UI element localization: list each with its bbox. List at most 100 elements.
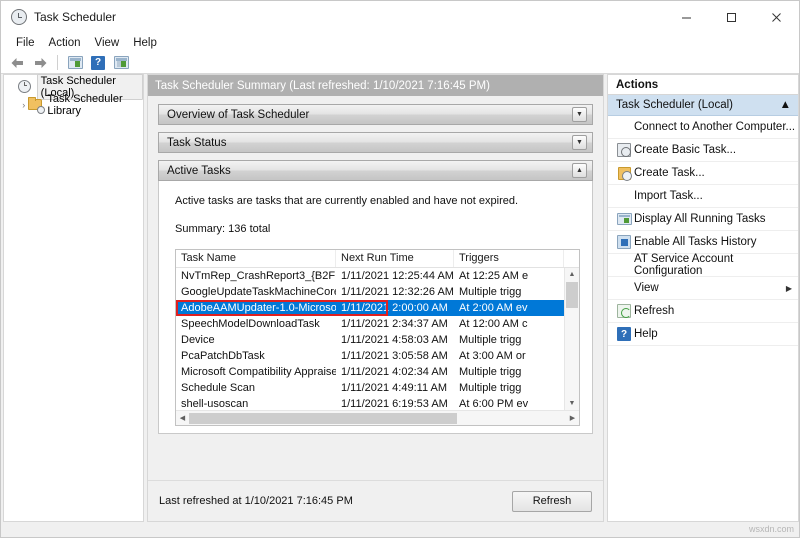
active-tasks-list[interactable]: Task Name Next Run Time Triggers NvTmRep… bbox=[175, 249, 580, 426]
horizontal-scrollbar[interactable]: ◀ ▶ bbox=[176, 410, 579, 425]
cell-task-name: shell-usoscan bbox=[176, 398, 336, 410]
action-label: Display All Running Tasks bbox=[634, 213, 798, 225]
summary-footer: Last refreshed at 1/10/2021 7:16:45 PM R… bbox=[148, 480, 603, 521]
summary-header: Task Scheduler Summary (Last refreshed: … bbox=[148, 75, 603, 96]
cell-next-run-time: 1/11/2021 3:05:58 AM bbox=[336, 350, 454, 362]
cell-task-name: SpeechModelDownloadTask bbox=[176, 318, 336, 330]
cell-next-run-time: 1/11/2021 4:02:34 AM bbox=[336, 366, 454, 378]
cell-next-run-time: 1/11/2021 4:49:11 AM bbox=[336, 382, 454, 394]
toolbar-separator bbox=[57, 55, 58, 70]
cell-triggers: At 12:00 AM c bbox=[454, 318, 564, 330]
section-task-status[interactable]: Task Status ▼ bbox=[158, 132, 593, 153]
column-header-triggers[interactable]: Triggers bbox=[454, 250, 564, 267]
action-help[interactable]: ? Help bbox=[608, 323, 798, 346]
menu-item-view[interactable]: View bbox=[88, 35, 127, 51]
cell-task-name: NvTmRep_CrashReport3_{B2FE1952-0186-46C.… bbox=[176, 270, 336, 282]
refresh-button[interactable]: Refresh bbox=[512, 491, 592, 512]
action-label: View bbox=[634, 282, 786, 294]
clock-icon bbox=[11, 9, 27, 25]
action-refresh[interactable]: Refresh bbox=[608, 300, 798, 323]
table-row[interactable]: GoogleUpdateTaskMachineCore 1/11/2021 12… bbox=[176, 284, 564, 300]
show-hide-action-pane-icon[interactable] bbox=[111, 54, 131, 72]
table-row[interactable]: Schedule Scan 1/11/2021 4:49:11 AM Multi… bbox=[176, 380, 564, 396]
chevron-down-icon[interactable]: ▼ bbox=[572, 135, 587, 150]
actions-pane: Actions Task Scheduler (Local) ▲ Connect… bbox=[607, 74, 799, 522]
actions-title: Actions bbox=[608, 75, 798, 95]
vertical-scrollbar-thumb[interactable] bbox=[566, 282, 578, 308]
cell-task-name: Schedule Scan bbox=[176, 382, 336, 394]
show-hide-console-tree-icon[interactable] bbox=[65, 54, 85, 72]
action-label: Import Task... bbox=[634, 190, 798, 202]
tree-item-task-scheduler-library[interactable]: › Task Scheduler Library bbox=[4, 96, 143, 114]
console-tree-pane: Task Scheduler (Local) › Task Scheduler … bbox=[3, 74, 144, 522]
table-row-selected[interactable]: AdobeAAMUpdater-1.0-MicrosoftAccount-pi.… bbox=[176, 300, 564, 316]
column-header-next-run-time[interactable]: Next Run Time bbox=[336, 250, 454, 267]
cell-triggers: Multiple trigg bbox=[454, 382, 564, 394]
chevron-up-icon[interactable]: ▲ bbox=[780, 99, 791, 111]
cell-task-name: Device bbox=[176, 334, 336, 346]
action-create-task[interactable]: Create Task... bbox=[608, 162, 798, 185]
menu-bar: File Action View Help bbox=[1, 33, 799, 52]
horizontal-scrollbar-thumb[interactable] bbox=[189, 413, 457, 424]
active-tasks-body: Active tasks are tasks that are currentl… bbox=[158, 181, 593, 434]
action-connect-to-another-computer[interactable]: Connect to Another Computer... bbox=[608, 116, 798, 139]
close-button[interactable] bbox=[754, 1, 799, 33]
maximize-button[interactable] bbox=[709, 1, 754, 33]
column-header-task-name[interactable]: Task Name bbox=[176, 250, 336, 267]
table-row[interactable]: Device 1/11/2021 4:58:03 AM Multiple tri… bbox=[176, 332, 564, 348]
cell-triggers: Multiple trigg bbox=[454, 334, 564, 346]
minimize-button[interactable] bbox=[664, 1, 709, 33]
back-arrow-icon[interactable] bbox=[7, 54, 27, 72]
title-bar: Task Scheduler bbox=[1, 1, 799, 33]
chevron-up-icon[interactable]: ▲ bbox=[572, 163, 587, 178]
scroll-down-icon[interactable]: ▼ bbox=[565, 397, 579, 410]
submenu-arrow-icon: ▶ bbox=[786, 284, 798, 293]
scroll-up-icon[interactable]: ▲ bbox=[565, 268, 579, 281]
cell-triggers: At 3:00 AM or bbox=[454, 350, 564, 362]
action-label: Enable All Tasks History bbox=[634, 236, 798, 248]
action-label: Refresh bbox=[634, 305, 798, 317]
cell-triggers: Multiple trigg bbox=[454, 366, 564, 378]
section-overview-of-task-scheduler[interactable]: Overview of Task Scheduler ▼ bbox=[158, 104, 593, 125]
cell-task-name: AdobeAAMUpdater-1.0-MicrosoftAccount-pi.… bbox=[176, 302, 336, 314]
window-controls bbox=[664, 1, 799, 33]
action-create-basic-task[interactable]: Create Basic Task... bbox=[608, 139, 798, 162]
action-display-all-running-tasks[interactable]: Display All Running Tasks bbox=[608, 208, 798, 231]
cell-next-run-time: 1/11/2021 6:19:53 AM bbox=[336, 398, 454, 410]
menu-item-help[interactable]: Help bbox=[126, 35, 164, 51]
action-import-task[interactable]: Import Task... bbox=[608, 185, 798, 208]
scroll-left-icon[interactable]: ◀ bbox=[176, 414, 189, 422]
section-active-tasks[interactable]: Active Tasks ▲ bbox=[158, 160, 593, 181]
action-view[interactable]: View ▶ bbox=[608, 277, 798, 300]
window-title: Task Scheduler bbox=[34, 10, 116, 24]
toolbar: ? bbox=[1, 52, 799, 74]
table-row[interactable]: shell-usoscan 1/11/2021 6:19:53 AM At 6:… bbox=[176, 396, 564, 410]
chevron-right-icon[interactable]: › bbox=[19, 100, 28, 110]
menu-item-file[interactable]: File bbox=[9, 35, 42, 51]
section-label: Task Status bbox=[167, 137, 226, 149]
menu-item-action[interactable]: Action bbox=[42, 35, 88, 51]
table-row[interactable]: SpeechModelDownloadTask 1/11/2021 2:34:3… bbox=[176, 316, 564, 332]
chevron-down-icon[interactable]: ▼ bbox=[572, 107, 587, 122]
active-tasks-description: Active tasks are tasks that are currentl… bbox=[175, 195, 576, 207]
cell-triggers: At 6:00 PM ev bbox=[454, 398, 564, 410]
section-label: Overview of Task Scheduler bbox=[167, 109, 309, 121]
vertical-scrollbar[interactable]: ▲ ▼ bbox=[564, 268, 579, 410]
table-row[interactable]: Microsoft Compatibility Appraiser 1/11/2… bbox=[176, 364, 564, 380]
action-at-service-account-configuration[interactable]: AT Service Account Configuration bbox=[608, 254, 798, 277]
display-running-tasks-icon bbox=[614, 213, 634, 225]
table-row[interactable]: PcaPatchDbTask 1/11/2021 3:05:58 AM At 3… bbox=[176, 348, 564, 364]
help-icon[interactable]: ? bbox=[88, 54, 108, 72]
create-basic-task-icon bbox=[614, 143, 634, 157]
cell-task-name: Microsoft Compatibility Appraiser bbox=[176, 366, 336, 378]
create-task-icon bbox=[614, 167, 634, 180]
table-row[interactable]: NvTmRep_CrashReport3_{B2FE1952-0186-46C.… bbox=[176, 268, 564, 284]
table-rows: NvTmRep_CrashReport3_{B2FE1952-0186-46C.… bbox=[176, 268, 564, 410]
action-enable-all-tasks-history[interactable]: Enable All Tasks History bbox=[608, 231, 798, 254]
scroll-right-icon[interactable]: ▶ bbox=[566, 414, 579, 422]
watermark: wsxdn.com bbox=[749, 524, 794, 534]
forward-arrow-icon[interactable] bbox=[30, 54, 50, 72]
cell-task-name: PcaPatchDbTask bbox=[176, 350, 336, 362]
actions-group-header[interactable]: Task Scheduler (Local) ▲ bbox=[608, 95, 798, 116]
action-label: Help bbox=[634, 328, 798, 340]
